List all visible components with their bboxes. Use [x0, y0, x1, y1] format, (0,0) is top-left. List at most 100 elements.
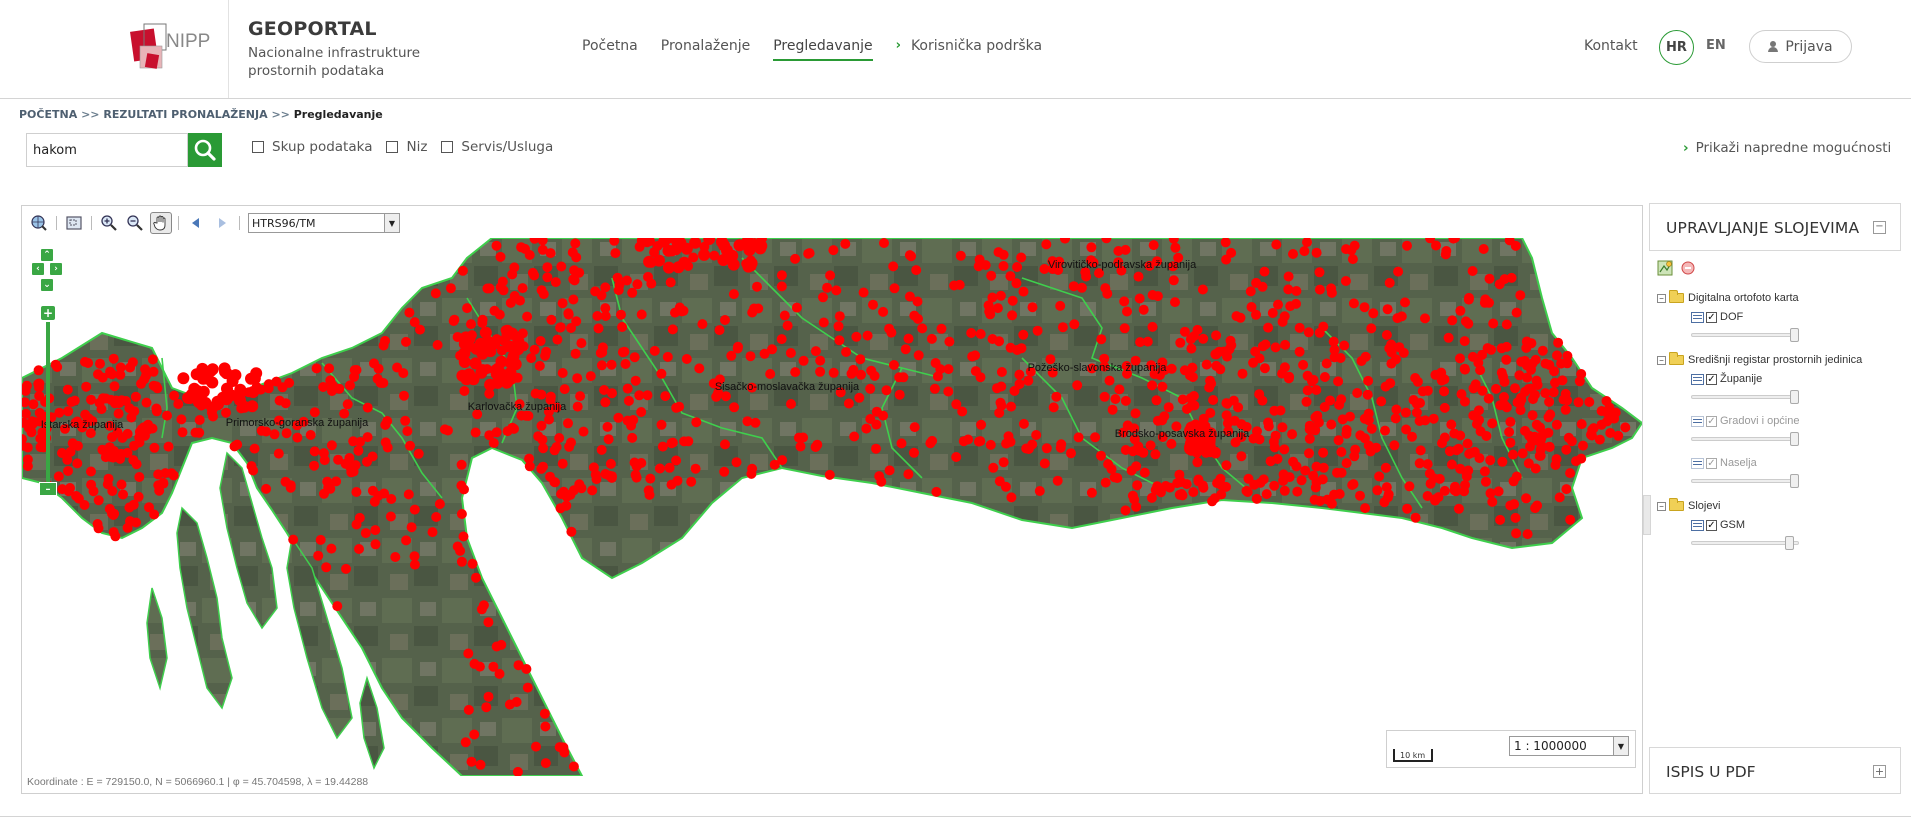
pan-up-button[interactable]: ⌃: [40, 248, 54, 262]
layer-checkbox[interactable]: ✓: [1706, 457, 1717, 469]
zoom-in-button[interactable]: [98, 212, 120, 234]
scale-box: 10 km 1 : 1000000 ▼: [1386, 730, 1636, 768]
scale-select[interactable]: 1 : 1000000 ▼: [1509, 736, 1629, 756]
layer-checkbox[interactable]: ✓: [1706, 415, 1717, 427]
opacity-slider-handle[interactable]: [1790, 328, 1799, 342]
zoom-box-button[interactable]: [63, 212, 85, 234]
lang-en-button[interactable]: EN: [1706, 38, 1726, 53]
gsm-point: [1041, 239, 1052, 250]
gsm-point: [1526, 434, 1537, 445]
gsm-point: [791, 302, 802, 313]
layer-checkbox[interactable]: ✓: [1706, 519, 1717, 531]
nav-pocetna[interactable]: Početna: [582, 38, 638, 61]
filter-checkbox[interactable]: [252, 141, 264, 153]
gsm-point: [998, 261, 1009, 271]
gsm-point: [1381, 482, 1392, 493]
gsm-point: [539, 708, 550, 719]
nav-pregledavanje[interactable]: Pregledavanje: [773, 38, 873, 61]
filter-niz[interactable]: Niz: [386, 139, 427, 155]
filter-skup-podataka[interactable]: Skup podataka: [252, 139, 372, 155]
layer-group[interactable]: − Digitalna ortofoto karta: [1657, 288, 1907, 308]
opacity-slider[interactable]: [1691, 390, 1799, 404]
gsm-point: [894, 389, 905, 400]
gsm-point: [824, 469, 835, 480]
layer-group[interactable]: − Središnji registar prostornih jedinica: [1657, 350, 1907, 370]
layer-checkbox[interactable]: ✓: [1706, 311, 1717, 323]
gsm-point: [904, 250, 915, 261]
zoom-extent-button[interactable]: [28, 212, 50, 234]
gsm-point: [434, 499, 445, 509]
next-extent-button[interactable]: [211, 212, 233, 234]
legend-icon[interactable]: [1691, 519, 1704, 531]
gsm-point: [1001, 438, 1012, 449]
legend-icon[interactable]: [1691, 311, 1704, 323]
pan-button[interactable]: [150, 212, 172, 234]
gsm-point: [861, 423, 872, 434]
gsm-point: [727, 258, 740, 271]
gsm-point: [1231, 311, 1242, 322]
layer-group[interactable]: − Slojevi: [1657, 496, 1907, 516]
collapse-icon[interactable]: −: [1657, 293, 1666, 303]
gsm-point: [840, 238, 851, 249]
crs-select[interactable]: HTRS96/TM ▼: [248, 213, 400, 233]
layer-group-label: Slojevi: [1688, 500, 1721, 512]
opacity-slider[interactable]: [1691, 328, 1799, 342]
legend-icon[interactable]: [1691, 415, 1704, 427]
gsm-point: [382, 442, 393, 453]
login-button[interactable]: Prijava: [1749, 30, 1852, 63]
add-layer-icon[interactable]: [1657, 260, 1673, 276]
search-input[interactable]: [26, 133, 188, 167]
pan-left-button[interactable]: ‹: [31, 262, 45, 276]
gsm-point: [109, 508, 120, 519]
collapse-icon[interactable]: −: [1873, 221, 1886, 234]
gsm-point: [1341, 458, 1352, 469]
search-button[interactable]: [188, 133, 222, 167]
filter-servis-usluga[interactable]: Servis/Usluga: [441, 139, 553, 155]
nipp-logo[interactable]: NIPP: [130, 22, 210, 78]
filter-checkbox[interactable]: [441, 141, 454, 153]
opacity-slider[interactable]: [1691, 474, 1799, 488]
pan-down-button[interactable]: ⌄: [40, 278, 54, 292]
breadcrumb-rezultati[interactable]: REZULTATI PRONALAŽENJA: [103, 108, 267, 121]
opacity-slider[interactable]: [1691, 536, 1799, 550]
remove-layer-icon[interactable]: [1680, 260, 1696, 276]
opacity-slider-handle[interactable]: [1790, 390, 1799, 404]
opacity-slider-handle[interactable]: [1790, 432, 1799, 446]
pan-right-button[interactable]: ›: [49, 262, 63, 276]
gsm-point: [1522, 529, 1533, 540]
filter-checkbox[interactable]: [386, 141, 399, 153]
expand-icon[interactable]: +: [1873, 765, 1886, 778]
gsm-point: [927, 435, 938, 446]
gsm-point: [690, 463, 701, 474]
nav-pronalazenje[interactable]: Pronalaženje: [661, 38, 750, 61]
advanced-options-link[interactable]: › Prikaži napredne mogućnosti: [1683, 140, 1891, 156]
layer-panel-header: UPRAVLJANJE SLOJEVIMA −: [1649, 203, 1901, 251]
collapse-icon[interactable]: −: [1657, 501, 1666, 511]
zoom-plus-button[interactable]: +: [41, 306, 55, 320]
layer-checkbox[interactable]: ✓: [1706, 373, 1717, 385]
map-canvas[interactable]: Virovitičko-podravska županija Sisačko-m…: [22, 238, 1642, 776]
gsm-point: [351, 487, 362, 497]
gsm-point: [1146, 492, 1157, 503]
gsm-point: [1175, 337, 1186, 348]
opacity-slider-handle[interactable]: [1790, 474, 1799, 488]
lang-hr-button[interactable]: HR: [1659, 30, 1694, 65]
breadcrumb-pocetna[interactable]: POČETNA: [19, 108, 77, 121]
previous-extent-button[interactable]: [185, 212, 207, 234]
zoom-slider[interactable]: [46, 322, 50, 482]
panel-collapse-handle[interactable]: [1643, 495, 1651, 535]
gsm-point: [1439, 402, 1450, 413]
nav-korisnicka-podrska[interactable]: Korisnička podrška: [911, 38, 1042, 61]
crs-value: HTRS96/TM: [252, 216, 316, 230]
legend-icon[interactable]: [1691, 457, 1704, 469]
legend-icon[interactable]: [1691, 373, 1704, 385]
opacity-slider[interactable]: [1691, 432, 1799, 446]
gsm-point: [1072, 380, 1083, 391]
zoom-slider-handle[interactable]: –: [39, 482, 57, 496]
opacity-slider-handle[interactable]: [1785, 536, 1795, 550]
kontakt-link[interactable]: Kontakt: [1584, 38, 1638, 54]
gsm-point: [575, 391, 586, 402]
gsm-point: [1523, 384, 1534, 394]
zoom-out-button[interactable]: [124, 212, 146, 234]
collapse-icon[interactable]: −: [1657, 355, 1666, 365]
